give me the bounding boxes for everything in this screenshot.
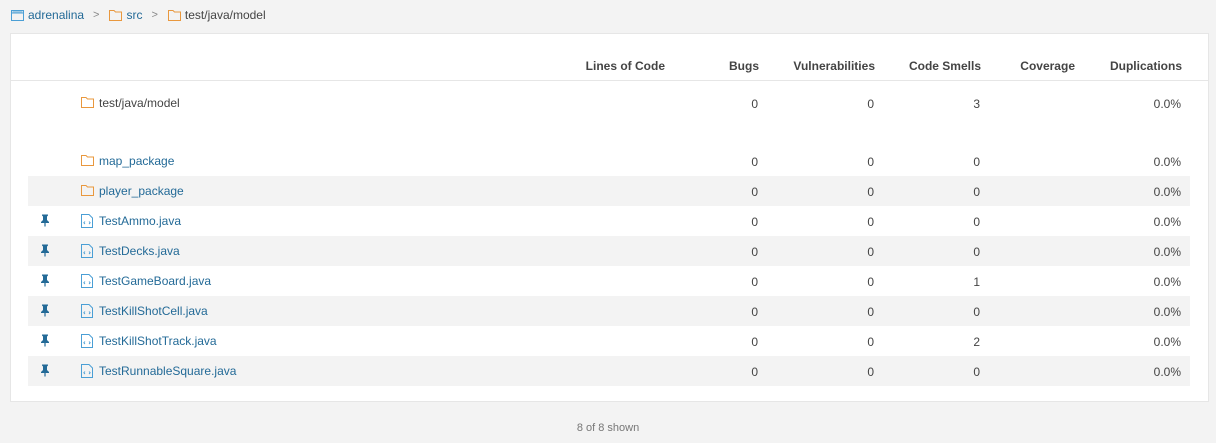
component-link[interactable]: TestGameBoard.java [81,274,211,288]
component-link[interactable]: TestAmmo.java [81,214,181,228]
component-link[interactable]: TestDecks.java [81,244,180,258]
duplications-value: 0.0% [1153,97,1181,111]
bugs-value: 0 [751,245,758,259]
component-link[interactable]: TestKillShotTrack.java [81,334,217,348]
column-header-duplications[interactable]: Duplications [1091,59,1182,73]
component-measures-table: Lines of Code Bugs Vulnerabilities Code … [10,33,1209,402]
file-icon [81,274,94,288]
folder-icon [109,9,123,21]
pin-icon[interactable] [40,334,50,347]
bugs-value: 0 [751,185,758,199]
column-header-lines-of-code[interactable]: Lines of Code [531,59,665,73]
code-smells-value: 0 [973,305,980,319]
component-name[interactable]: player_package [99,184,184,198]
code-smells-value: 0 [973,155,980,169]
file-icon [81,334,94,348]
duplications-value: 0.0% [1153,185,1181,199]
component-link[interactable]: player_package [81,184,184,198]
duplications-value: 0.0% [1153,215,1181,229]
column-header-coverage[interactable]: Coverage [1001,59,1075,73]
breadcrumb-src-label[interactable]: src [126,8,142,22]
code-smells-value: 0 [973,215,980,229]
project-icon [11,9,24,21]
code-smells-value: 1 [973,275,980,289]
breadcrumb: adrenalina > src > test/java/model [11,7,266,23]
file-icon [81,304,94,318]
table-row[interactable]: player_package 0 0 0 0.0% [28,176,1190,206]
base-row: test/java/model 0 0 3 0.0% [28,88,1190,118]
bugs-value: 0 [751,97,758,111]
component-link[interactable]: map_package [81,154,174,168]
table-row[interactable]: TestKillShotTrack.java 0 0 2 0.0% [28,326,1190,356]
component-link[interactable]: TestRunnableSquare.java [81,364,236,378]
component-name[interactable]: TestAmmo.java [99,214,181,228]
breadcrumb-project[interactable]: adrenalina [11,8,84,22]
vulnerabilities-value: 0 [867,245,874,259]
code-smells-value: 2 [973,335,980,349]
duplications-value: 0.0% [1153,155,1181,169]
duplications-value: 0.0% [1153,305,1181,319]
table-row[interactable]: TestKillShotCell.java 0 0 0 0.0% [28,296,1190,326]
bugs-value: 0 [751,335,758,349]
table-row[interactable]: TestGameBoard.java 0 0 1 0.0% [28,266,1190,296]
vulnerabilities-value: 0 [867,335,874,349]
pin-icon[interactable] [40,364,50,377]
breadcrumb-project-label[interactable]: adrenalina [28,8,84,22]
breadcrumb-current: test/java/model [167,8,266,22]
component-link[interactable]: TestKillShotCell.java [81,304,208,318]
component-name[interactable]: TestRunnableSquare.java [99,364,236,378]
bugs-value: 0 [751,155,758,169]
pin-icon[interactable] [40,244,50,257]
bugs-value: 0 [751,365,758,379]
component-name[interactable]: TestKillShotTrack.java [99,334,217,348]
folder-icon [81,96,94,110]
code-smells-value: 0 [973,185,980,199]
vulnerabilities-value: 0 [867,365,874,379]
folder-icon [167,9,181,21]
duplications-value: 0.0% [1153,245,1181,259]
vulnerabilities-value: 0 [867,215,874,229]
duplications-value: 0.0% [1153,335,1181,349]
chevron-right-icon: > [151,9,158,21]
component-name[interactable]: TestGameBoard.java [99,274,211,288]
component-name[interactable]: map_package [99,154,174,168]
table-row[interactable]: TestDecks.java 0 0 0 0.0% [28,236,1190,266]
breadcrumb-src[interactable]: src [109,8,142,22]
folder-icon [81,184,94,198]
folder-icon [81,154,94,168]
bugs-value: 0 [751,275,758,289]
vulnerabilities-value: 0 [867,305,874,319]
code-smells-value: 0 [973,365,980,379]
component-name[interactable]: TestDecks.java [99,244,180,258]
base-component-name: test/java/model [99,96,180,110]
base-component: test/java/model [81,96,180,110]
breadcrumb-current-label: test/java/model [184,8,266,22]
column-header-bugs[interactable]: Bugs [691,59,759,73]
vulnerabilities-value: 0 [867,97,874,111]
pin-icon[interactable] [40,214,50,227]
file-icon [81,244,94,258]
table-row[interactable]: map_package 0 0 0 0.0% [28,146,1190,176]
table-row[interactable]: TestAmmo.java 0 0 0 0.0% [28,206,1190,236]
column-header-code-smells[interactable]: Code Smells [891,59,981,73]
vulnerabilities-value: 0 [867,275,874,289]
vulnerabilities-value: 0 [867,185,874,199]
file-icon [81,364,94,378]
chevron-right-icon: > [93,9,100,21]
column-header-vulnerabilities[interactable]: Vulnerabilities [781,59,875,73]
table-header: Lines of Code Bugs Vulnerabilities Code … [11,34,1208,81]
code-smells-value: 3 [973,97,980,111]
pin-icon[interactable] [40,274,50,287]
duplications-value: 0.0% [1153,275,1181,289]
file-icon [81,214,94,228]
bugs-value: 0 [751,305,758,319]
vulnerabilities-value: 0 [867,155,874,169]
shown-count: 8 of 8 shown [576,422,640,434]
code-smells-value: 0 [973,245,980,259]
table-row[interactable]: TestRunnableSquare.java 0 0 0 0.0% [28,356,1190,386]
pin-icon[interactable] [40,304,50,317]
duplications-value: 0.0% [1153,365,1181,379]
component-name[interactable]: TestKillShotCell.java [99,304,208,318]
bugs-value: 0 [751,215,758,229]
